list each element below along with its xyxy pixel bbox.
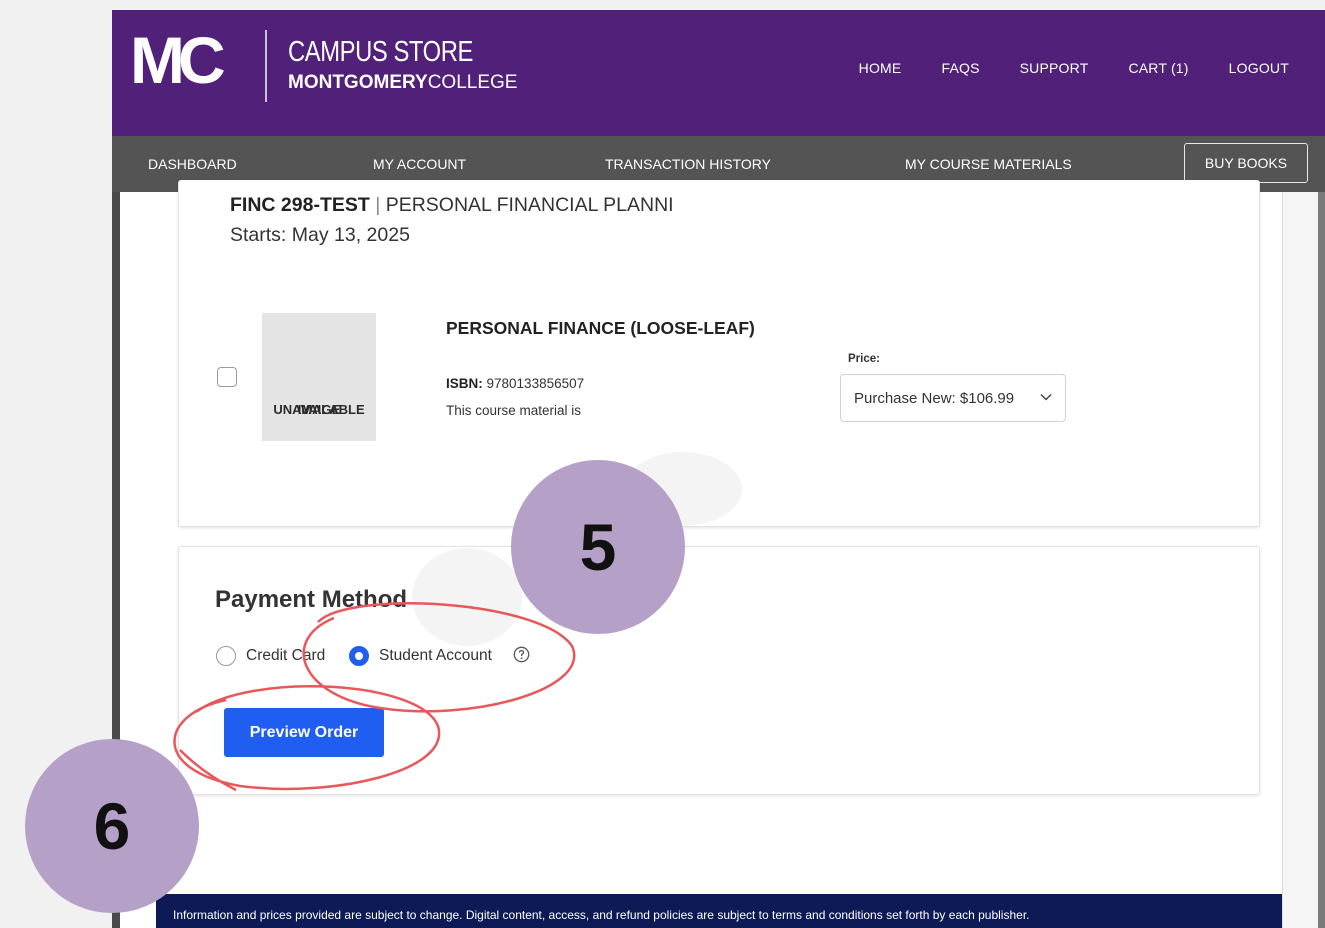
- student-account-label[interactable]: Student Account: [379, 647, 492, 665]
- isbn-row: ISBN: 9780133856507: [446, 376, 584, 391]
- nav-support[interactable]: SUPPORT: [1020, 60, 1089, 76]
- scrollbar[interactable]: [1282, 192, 1325, 928]
- buy-books-button[interactable]: BUY BOOKS: [1184, 143, 1308, 183]
- isbn-value: 9780133856507: [486, 376, 585, 391]
- nav-faqs[interactable]: FAQS: [941, 60, 979, 76]
- nav-logout[interactable]: LOGOUT: [1229, 60, 1289, 76]
- course-start-date: Starts: May 13, 2025: [230, 224, 410, 246]
- course-code: FINC 298-TEST: [230, 194, 370, 216]
- price-label: Price:: [848, 353, 880, 365]
- subnav-my-account[interactable]: MY ACCOUNT: [373, 156, 466, 172]
- course-heading: FINC 298-TEST | PERSONAL FINANCIAL PLANN…: [230, 194, 674, 217]
- help-circle-icon[interactable]: [513, 646, 530, 663]
- blur-blob: [412, 548, 522, 646]
- credit-card-label[interactable]: Credit Card: [246, 647, 325, 665]
- nav-home[interactable]: HOME: [859, 60, 902, 76]
- course-name: PERSONAL FINANCIAL PLANNI: [385, 194, 674, 216]
- book-cover-placeholder: IMAGE UNAVAILABLE: [262, 313, 376, 441]
- chevron-down-icon: [1040, 393, 1052, 401]
- course-material-note: This course material is: [446, 403, 582, 418]
- select-book-checkbox[interactable]: [217, 367, 237, 387]
- footer-text: Information and prices provided are subj…: [173, 908, 1030, 922]
- credit-card-radio[interactable]: [216, 646, 236, 666]
- preview-order-button[interactable]: Preview Order: [224, 708, 384, 757]
- subnav-dashboard[interactable]: DASHBOARD: [148, 156, 237, 172]
- site-header: MC CAMPUS STORE MONTGOMERYCOLLEGE HOME F…: [112, 10, 1325, 136]
- campus-store-title: CAMPUS STORE: [288, 36, 473, 68]
- image-text-line2: UNAVAILABLE: [273, 402, 365, 417]
- student-account-radio[interactable]: [349, 646, 369, 666]
- step-6-badge: 6: [25, 739, 199, 913]
- nav-cart[interactable]: CART (1): [1128, 60, 1188, 76]
- mc-logo[interactable]: MC: [130, 24, 252, 96]
- logo-divider: [265, 30, 267, 102]
- footer-banner: Information and prices provided are subj…: [156, 894, 1282, 928]
- college-name-bold: MONTGOMERY: [288, 72, 428, 93]
- book-title: PERSONAL FINANCE (LOOSE-LEAF): [446, 318, 755, 338]
- scrollbar-thumb[interactable]: [1318, 192, 1325, 928]
- price-select-value: Purchase New: $106.99: [854, 389, 1015, 407]
- top-nav: HOME FAQS SUPPORT CART (1) LOGOUT: [859, 60, 1289, 76]
- step-5-badge: 5: [511, 460, 685, 634]
- payment-card: [178, 546, 1260, 795]
- payment-method-title: Payment Method: [215, 586, 408, 613]
- college-name: MONTGOMERYCOLLEGE: [288, 72, 517, 94]
- college-name-rest: COLLEGE: [427, 72, 518, 93]
- subnav-transaction-history[interactable]: TRANSACTION HISTORY: [605, 156, 771, 172]
- isbn-label: ISBN:: [446, 376, 483, 391]
- course-separator: |: [375, 194, 381, 216]
- subnav-my-course-materials[interactable]: MY COURSE MATERIALS: [905, 156, 1072, 172]
- price-select[interactable]: Purchase New: $106.99: [840, 374, 1066, 422]
